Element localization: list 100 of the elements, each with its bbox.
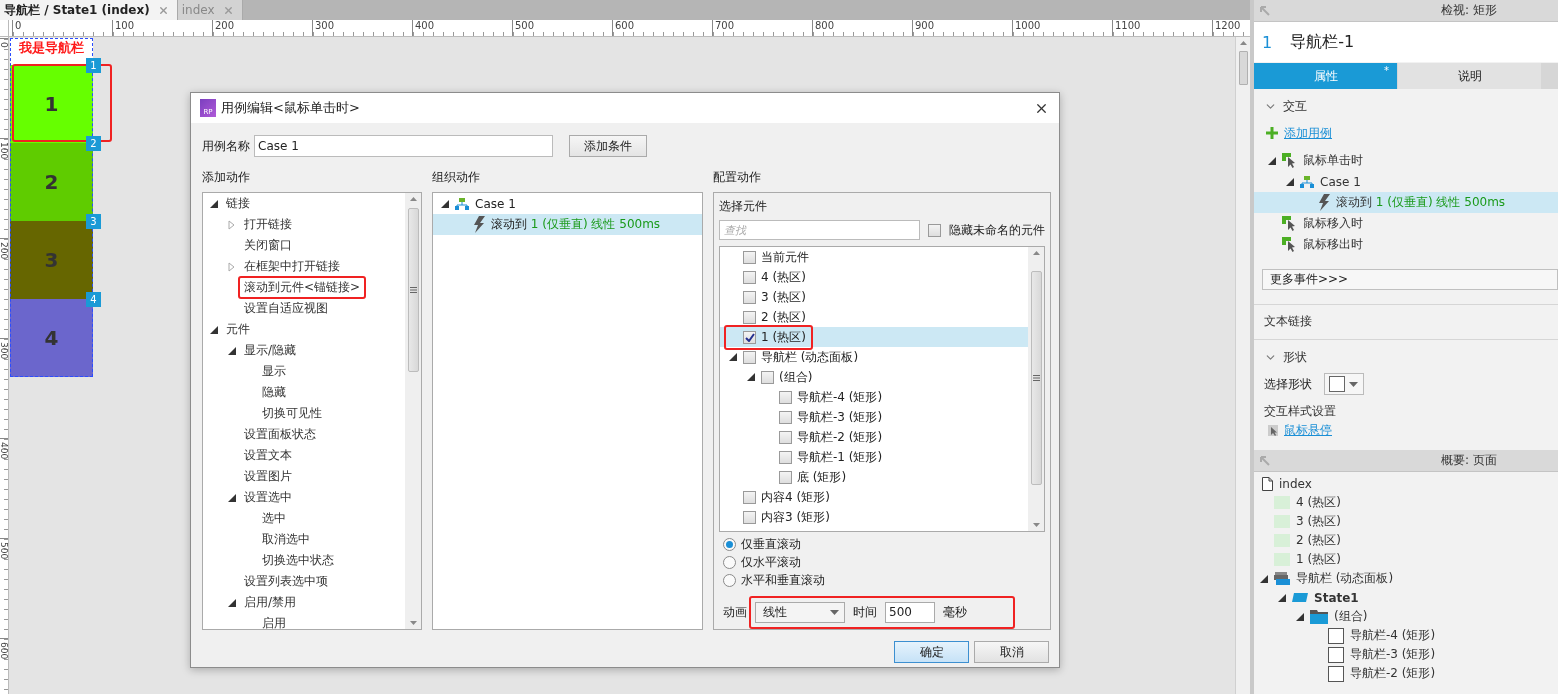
checkbox[interactable] xyxy=(779,430,792,444)
checkbox[interactable] xyxy=(779,450,792,464)
action-label[interactable]: 滚动到 1 (仅垂直) 线性 500ms xyxy=(1336,194,1506,211)
scrollbar[interactable] xyxy=(1235,37,1250,694)
action-item[interactable]: 设置选中 xyxy=(238,486,298,509)
action-item[interactable]: 设置图片 xyxy=(238,465,298,488)
scrollbar-thumb[interactable] xyxy=(407,208,419,372)
widget-item[interactable]: 导航栏-3 (矩形) xyxy=(797,408,883,426)
radio-label[interactable]: 仅水平滚动 xyxy=(741,554,801,572)
expanded-triangle-icon[interactable] xyxy=(1286,177,1294,186)
outline-item[interactable]: 导航栏 (动态面板) xyxy=(1296,570,1394,587)
ok-button[interactable]: 确定 xyxy=(894,641,969,663)
action-item[interactable]: 打开链接 xyxy=(238,213,298,236)
selected-row[interactable]: 1 (热区) xyxy=(720,327,1028,347)
checkbox[interactable] xyxy=(743,330,756,344)
expanded-triangle-icon[interactable] xyxy=(1296,612,1304,621)
scroll-down-icon[interactable] xyxy=(409,621,417,625)
widget-item[interactable]: 内容3 (矩形) xyxy=(761,508,830,526)
time-field[interactable]: 500 xyxy=(885,602,935,623)
event-label[interactable]: 鼠标移出时 xyxy=(1303,236,1363,253)
checkbox[interactable] xyxy=(928,223,941,237)
widget-item[interactable]: (组合) xyxy=(779,368,813,386)
action-item[interactable]: 设置文本 xyxy=(238,444,298,467)
checkbox[interactable] xyxy=(779,390,792,404)
action-item[interactable]: 元件 xyxy=(220,318,256,341)
outline-item[interactable]: 4 (热区) xyxy=(1296,494,1341,511)
outline-item[interactable]: 3 (热区) xyxy=(1296,513,1341,530)
action-item[interactable]: 切换可见性 xyxy=(256,402,328,425)
search-field[interactable]: 查找 xyxy=(719,220,920,240)
scroll-up-icon[interactable] xyxy=(409,197,417,201)
expanded-triangle-icon[interactable] xyxy=(747,373,755,381)
expanded-triangle-icon[interactable] xyxy=(228,493,236,502)
expanded-triangle-icon[interactable] xyxy=(1268,156,1276,165)
action-item[interactable]: 链接 xyxy=(220,193,256,215)
action-item[interactable]: 设置自适应视图 xyxy=(238,297,334,320)
widget-item[interactable]: 底 (矩形) xyxy=(797,468,847,486)
action-item[interactable]: 启用 xyxy=(256,612,292,629)
checkbox[interactable] xyxy=(743,310,756,324)
expanded-triangle-icon[interactable] xyxy=(210,325,218,334)
expanded-triangle-icon[interactable] xyxy=(1260,574,1268,583)
expanded-triangle-icon[interactable] xyxy=(441,199,449,208)
checkbox[interactable] xyxy=(779,410,792,424)
expanded-triangle-icon[interactable] xyxy=(210,199,218,208)
action-label[interactable]: 滚动到 1 (仅垂直) 线性 500ms xyxy=(491,216,661,233)
checkbox[interactable] xyxy=(743,510,756,524)
scrollbar-thumb[interactable] xyxy=(1238,51,1248,85)
scroll-up-icon[interactable] xyxy=(1239,41,1247,45)
case-label[interactable]: Case 1 xyxy=(475,196,516,211)
more-events-button[interactable]: 更多事件>>> xyxy=(1262,269,1558,290)
widget-item[interactable]: 导航栏-4 (矩形) xyxy=(797,388,883,406)
expanded-triangle-icon[interactable] xyxy=(729,353,737,361)
case-label[interactable]: Case 1 xyxy=(1320,174,1361,189)
checkbox[interactable] xyxy=(743,350,756,364)
expanded-triangle-icon[interactable] xyxy=(1278,593,1286,602)
checkbox[interactable] xyxy=(743,490,756,504)
collapse-arrow-icon[interactable] xyxy=(1260,5,1270,16)
cancel-button[interactable]: 取消 xyxy=(974,641,1049,663)
panel-tab[interactable]: 说明 xyxy=(1398,63,1541,89)
scroll-up-icon[interactable] xyxy=(1032,251,1040,255)
widget-item[interactable]: 3 (热区) xyxy=(761,288,806,306)
selected-row[interactable]: 滚动到 1 (仅垂直) 线性 500ms xyxy=(433,214,702,235)
action-item[interactable]: 设置面板状态 xyxy=(238,423,322,446)
radio-button[interactable] xyxy=(723,538,736,552)
widget-item[interactable]: 内容4 (矩形) xyxy=(761,488,830,506)
action-item[interactable]: 选中 xyxy=(256,507,292,530)
action-item[interactable]: 启用/禁用 xyxy=(238,591,303,614)
outline-item[interactable]: 导航栏-4 (矩形) xyxy=(1350,627,1436,644)
outline-item[interactable]: index xyxy=(1279,476,1312,491)
outline-item[interactable]: 1 (热区) xyxy=(1296,551,1341,568)
event-label[interactable]: 鼠标移入时 xyxy=(1303,215,1363,232)
action-item[interactable]: 滚动到元件<锚链接> xyxy=(238,276,367,299)
checkbox[interactable] xyxy=(761,370,774,384)
radio-button[interactable] xyxy=(723,574,736,588)
outline-item[interactable]: 2 (热区) xyxy=(1296,532,1341,549)
scrollbar-thumb[interactable] xyxy=(1030,271,1042,485)
expanded-triangle-icon[interactable] xyxy=(228,346,236,355)
action-item[interactable]: 显示/隐藏 xyxy=(238,339,303,362)
action-item[interactable]: 设置列表选中项 xyxy=(238,570,334,593)
widget-item[interactable]: 4 (热区) xyxy=(761,268,806,286)
outline-item[interactable]: (组合) xyxy=(1334,608,1368,625)
scroll-down-icon[interactable] xyxy=(1032,523,1040,527)
radio-label[interactable]: 仅垂直滚动 xyxy=(741,536,801,554)
widget-item[interactable]: 当前元件 xyxy=(761,248,809,266)
scrollbar[interactable] xyxy=(405,193,421,629)
outline-item[interactable]: 导航栏-3 (矩形) xyxy=(1350,646,1436,663)
case-name-field[interactable]: Case 1 xyxy=(254,135,553,157)
action-item[interactable]: 隐藏 xyxy=(256,381,292,404)
widget-item[interactable]: 2 (热区) xyxy=(761,308,806,326)
add-condition-button[interactable]: 添加条件 xyxy=(569,135,647,157)
collapsed-triangle-icon[interactable] xyxy=(228,219,235,230)
radio-button[interactable] xyxy=(723,556,736,570)
action-item[interactable]: 显示 xyxy=(256,360,292,383)
checkbox[interactable] xyxy=(743,250,756,264)
action-item[interactable]: 切换选中状态 xyxy=(256,549,340,572)
event-label[interactable]: 鼠标单击时 xyxy=(1303,152,1363,169)
radio-label[interactable]: 水平和垂直滚动 xyxy=(741,572,825,590)
document-tab[interactable]: 导航栏 / State1 (index) xyxy=(0,0,178,20)
widget-item[interactable]: 导航栏-1 (矩形) xyxy=(797,448,883,466)
action-item[interactable]: 在框架中打开链接 xyxy=(238,255,346,278)
widget-item[interactable]: 1 (热区) xyxy=(761,328,806,346)
